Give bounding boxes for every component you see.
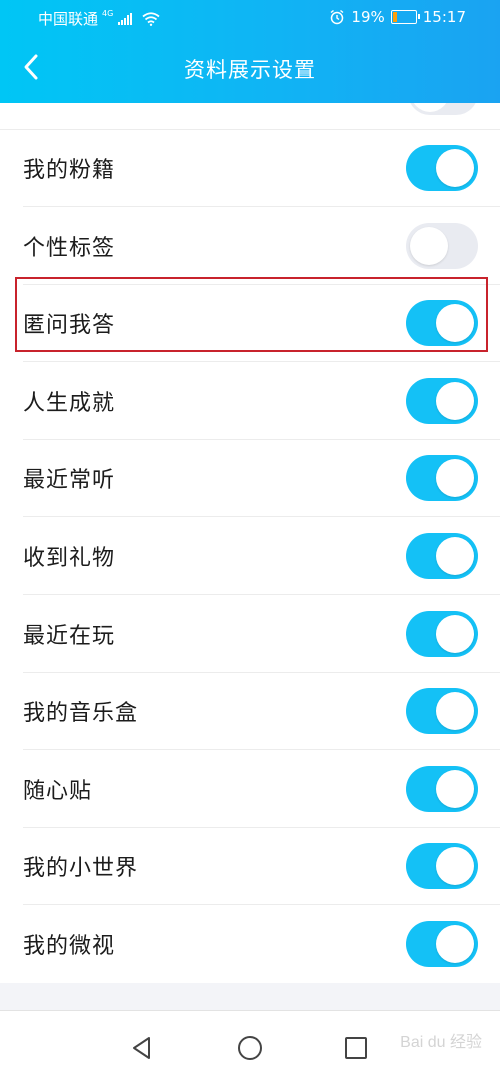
setting-label: 我的微视 — [23, 934, 116, 959]
toggle-switch[interactable] — [406, 533, 478, 579]
setting-row: 我的粉籍 — [0, 129, 500, 207]
setting-row: 我的微视 — [0, 905, 500, 983]
nav-back-button[interactable] — [128, 1033, 158, 1063]
setting-row: 我的音乐盒 — [0, 672, 500, 751]
toggle-knob — [436, 381, 474, 420]
toggle-knob — [410, 226, 448, 265]
toggle-knob — [411, 103, 449, 112]
wifi-icon — [142, 11, 160, 26]
setting-label: 收到礼物 — [23, 546, 116, 571]
highlight-box — [15, 277, 488, 352]
setting-label: 最近在玩 — [23, 623, 116, 649]
setting-row: 收到礼物 — [0, 517, 500, 595]
toggle-switch[interactable] — [406, 610, 478, 657]
page-title: 资料展示设置 — [184, 58, 316, 82]
carrier-name: 中国联通 — [38, 10, 99, 28]
toggle-knob — [436, 847, 474, 886]
battery-percent: 19% — [351, 8, 385, 26]
signal-icon — [118, 12, 133, 25]
status-right: 19% 15:17 — [329, 8, 466, 26]
toggle-switch[interactable] — [406, 921, 478, 967]
list-bottom-spacer — [0, 983, 500, 1010]
toggle-switch[interactable] — [406, 455, 478, 502]
battery-fill — [392, 12, 397, 22]
partial-toggle-switch[interactable] — [408, 103, 478, 115]
nav-recents-button[interactable] — [341, 1033, 371, 1063]
setting-row: 我的小世界 — [0, 827, 500, 906]
setting-label: 我的小世界 — [23, 856, 139, 882]
network-type: 4G — [102, 9, 114, 18]
setting-label: 我的粉籍 — [23, 158, 116, 183]
app-header: 中国联通 4G 19% 15:17 资料展示设置 — [0, 0, 500, 103]
status-bar: 中国联通 4G 19% 15:17 — [0, 0, 500, 34]
toggle-knob — [436, 925, 474, 963]
setting-label: 随心贴 — [23, 778, 93, 804]
battery-icon — [390, 10, 420, 24]
toggle-knob — [436, 614, 474, 653]
setting-label: 最近常听 — [23, 468, 116, 494]
toggle-switch[interactable] — [406, 843, 478, 890]
setting-row: 最近在玩 — [0, 595, 500, 673]
toggle-knob — [436, 149, 474, 187]
toggle-switch[interactable] — [406, 145, 478, 191]
status-left: 中国联通 4G — [38, 8, 160, 29]
watermark: Bai du 经验 — [400, 1034, 482, 1051]
alarm-icon — [330, 9, 344, 25]
setting-row: 个性标签 — [0, 207, 500, 285]
setting-label: 人生成就 — [23, 390, 116, 416]
circle-home-icon — [238, 1036, 262, 1060]
setting-row: 随心贴 — [0, 750, 500, 828]
setting-label: 个性标签 — [23, 235, 116, 261]
setting-label: 我的音乐盒 — [23, 701, 139, 727]
setting-row: 人生成就 — [0, 362, 500, 440]
toggle-switch[interactable] — [406, 222, 478, 269]
square-recents-icon — [345, 1037, 367, 1059]
nav-home-button[interactable] — [235, 1033, 265, 1063]
toggle-knob — [436, 769, 474, 808]
toggle-switch[interactable] — [406, 765, 478, 812]
toggle-switch[interactable] — [406, 377, 478, 424]
toggle-knob — [436, 692, 474, 731]
setting-row: 最近常听 — [0, 439, 500, 518]
toggle-knob — [436, 459, 474, 498]
partial-setting-row — [0, 103, 500, 130]
clock-time: 15:17 — [422, 8, 466, 26]
toggle-switch[interactable] — [406, 688, 478, 735]
toggle-knob — [436, 537, 474, 575]
triangle-back-icon — [133, 1037, 150, 1059]
